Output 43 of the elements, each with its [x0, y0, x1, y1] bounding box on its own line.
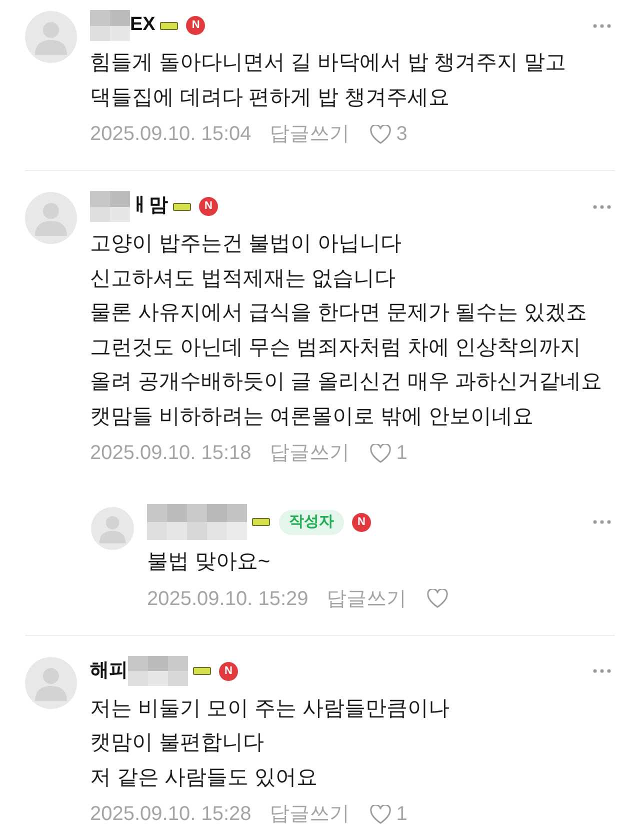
avatar-icon	[25, 192, 77, 244]
reply-button[interactable]: 답글쓰기	[269, 438, 350, 468]
level-bar-icon	[173, 202, 191, 210]
like-button[interactable]: 3	[370, 119, 408, 149]
pixelated-name-drawing	[128, 656, 188, 686]
more-icon[interactable]	[593, 520, 611, 524]
new-badge: N	[199, 197, 218, 216]
like-button[interactable]	[427, 589, 448, 608]
level-bar-icon	[193, 667, 211, 675]
comment-text: 힘들게 돌아다니면서 길 바닥에서 밥 챙겨주지 말고 댁들집에 데려다 편하게 밥 챙겨주세요	[90, 50, 568, 110]
author-name[interactable]: 해피	[90, 656, 128, 686]
level-bar-icon	[252, 518, 270, 526]
avatar-icon	[25, 656, 77, 708]
reply-button[interactable]: 답글쓰기	[269, 799, 350, 829]
new-badge: N	[219, 662, 238, 680]
comment-date: 2025.09.10. 15:29	[147, 586, 308, 612]
like-button[interactable]: 1	[370, 799, 408, 829]
more-icon[interactable]	[593, 204, 611, 208]
new-badge: N	[352, 512, 371, 532]
like-button[interactable]: 1	[370, 438, 408, 468]
more-icon[interactable]	[593, 669, 611, 673]
more-icon[interactable]	[593, 24, 611, 28]
pixelated-name-drawing	[90, 10, 130, 41]
author-name[interactable]: EX	[130, 11, 156, 40]
pixelated-name-drawing	[90, 191, 130, 222]
heart-icon	[427, 589, 448, 608]
heart-icon	[370, 124, 392, 144]
comment-date: 2025.09.10. 15:28	[90, 802, 252, 827]
avatar-icon	[91, 507, 134, 550]
comment-text: 고양이 밥주는건 불법이 아닙니다 신고하셔도 법적제재는 없습니다 물론 사유지에서 급식을 한다면 문제가 될수는 있겠죠 그런것도 아닌데 무슨 범죄자처럼 차에 인상착의까지 올려 공개수배하듯이 글 올리신건 매우 과하신거같네요 캣맘들 비하하려는 여론몰이로 밖에 안보이네요	[90, 231, 604, 430]
reply-button[interactable]: 답글쓰기	[326, 584, 406, 614]
author-name[interactable]: ㅐ맘	[130, 192, 168, 221]
new-badge: N	[186, 16, 206, 35]
comment-date: 2025.09.10. 15:18	[90, 441, 252, 466]
heart-icon	[370, 804, 392, 824]
comment-text: 저는 비둘기 모이 주는 사람들만큼이나 캣맘이 불편합니다 저 같은 사람들도 있어요	[90, 696, 450, 790]
author-badge: 작성자	[279, 510, 344, 534]
reply-button[interactable]: 답글쓰기	[269, 119, 350, 149]
heart-icon	[370, 444, 392, 462]
comment-date: 2025.09.10. 15:04	[90, 122, 252, 147]
comment-text: 불법 맞아요~	[147, 549, 272, 575]
avatar-icon	[25, 11, 77, 63]
level-bar-icon	[160, 22, 178, 30]
